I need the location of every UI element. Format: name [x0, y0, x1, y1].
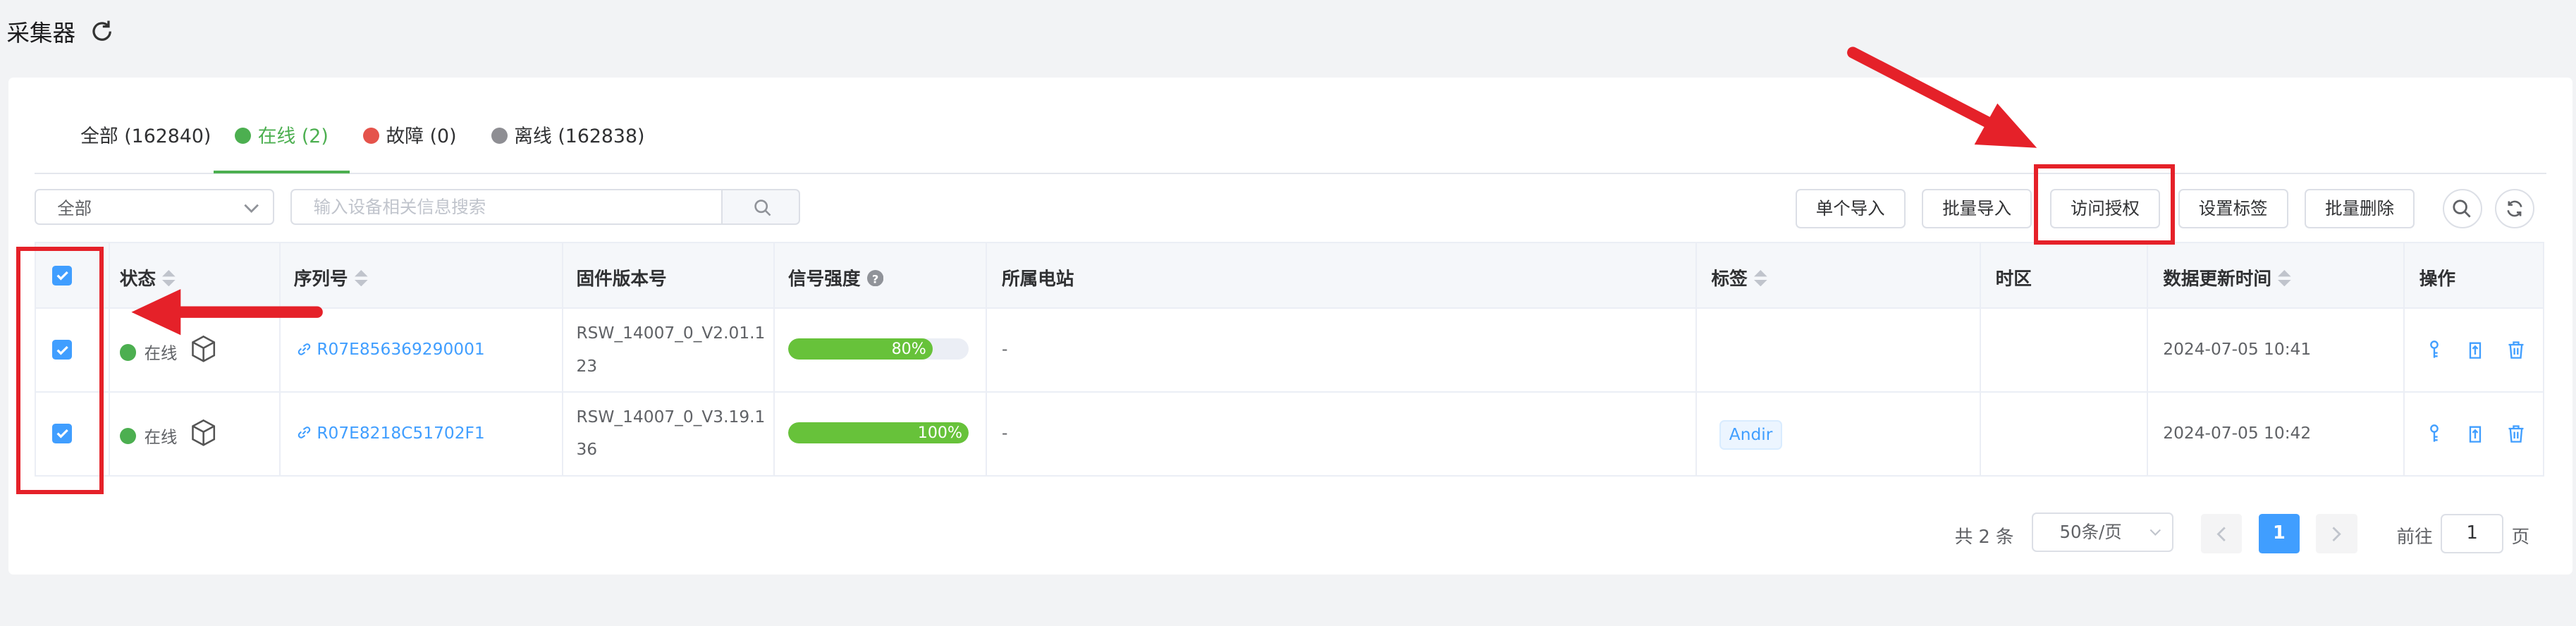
- arrow-left-annotation: [131, 289, 323, 336]
- annotation-arrows: [131, 47, 2037, 336]
- arrow-down-right-annotation: [1847, 47, 2037, 148]
